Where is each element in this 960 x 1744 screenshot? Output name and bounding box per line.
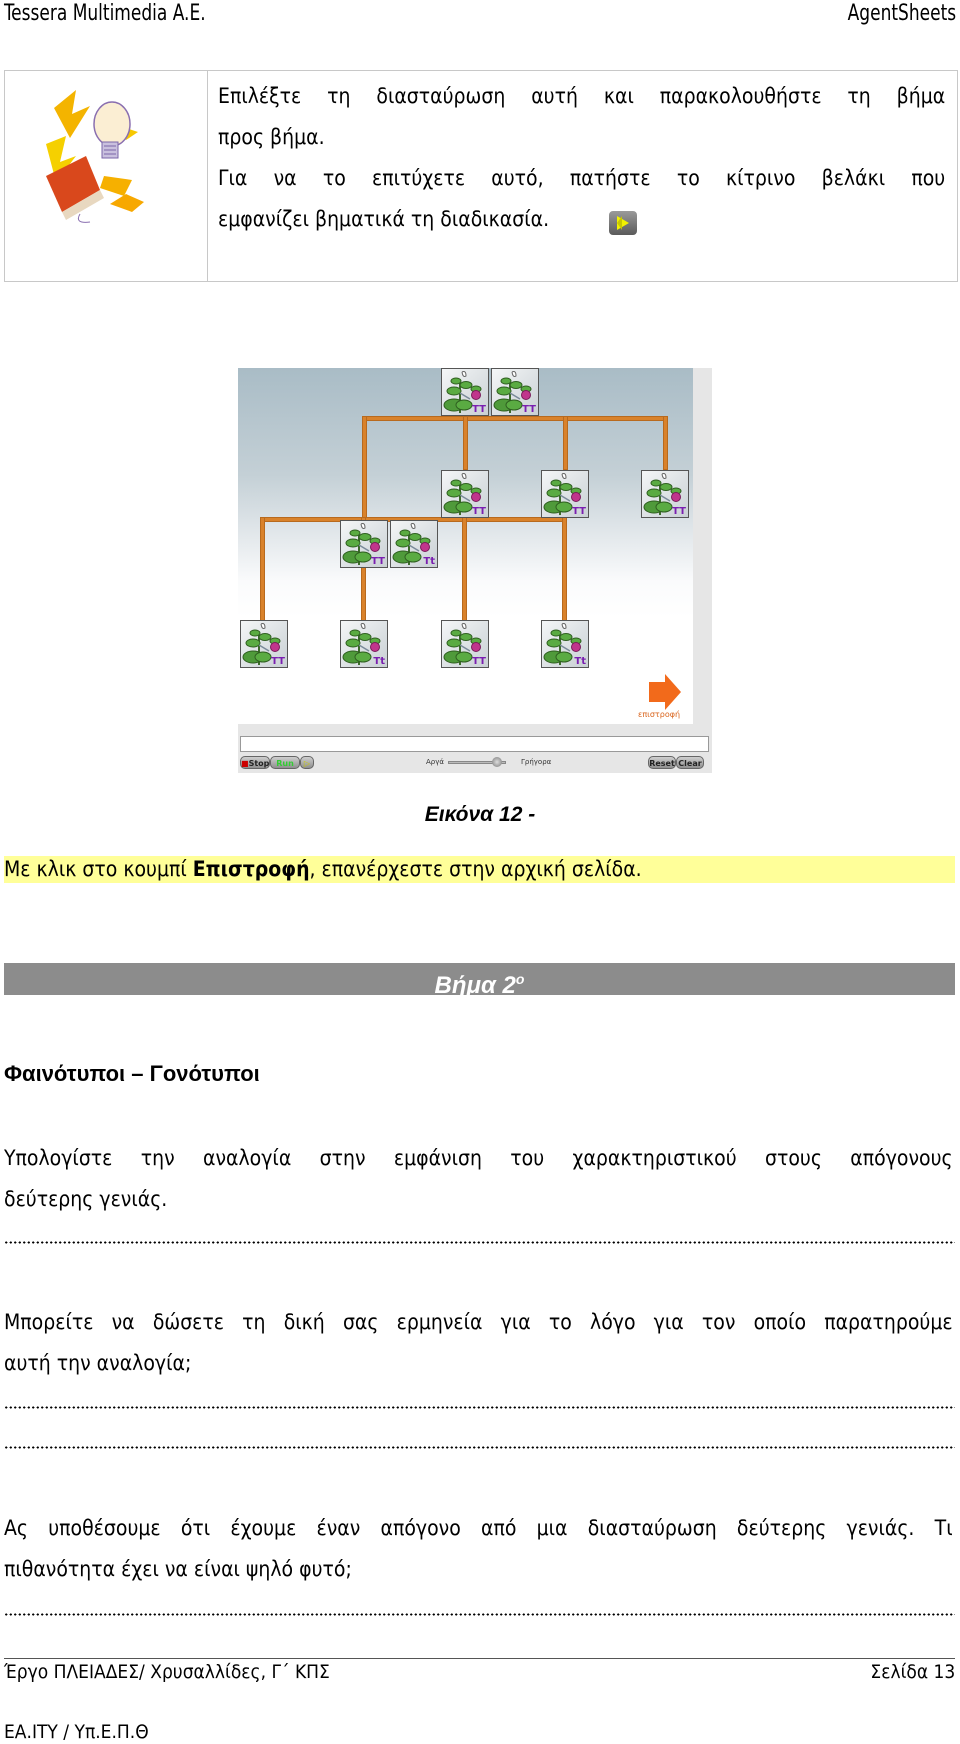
return-instruction: Με κλικ στο κουμπί Επιστροφή, επανέρχεστ… <box>4 857 642 881</box>
genotype-label: TT <box>522 404 536 415</box>
plant-tile[interactable]: TT <box>541 470 589 518</box>
question-1: Υπολογίστε την αναλογία στην εμφάνιση το… <box>4 1146 953 1211</box>
genotype-label: TT <box>472 656 486 667</box>
plant-tile[interactable]: TT <box>240 620 288 668</box>
step-banner: Βήμα 2ο <box>4 963 955 999</box>
pedigree-connector <box>260 517 265 621</box>
simulation-window: TT TT TT TT TT TT Tt TT Tt TT Tt επιστρο… <box>238 368 712 773</box>
tip-line: προς βήμα. <box>218 125 325 149</box>
clear-button[interactable]: Clear <box>676 756 704 769</box>
run-button[interactable]: Run <box>270 756 300 769</box>
genotype-label: TT <box>271 656 285 667</box>
figure-caption: Εικόνα 12 - <box>424 803 536 826</box>
step-button[interactable]: ▷ <box>300 756 314 769</box>
pedigree-connector <box>362 416 367 520</box>
return-arrow-icon <box>649 674 681 710</box>
genotype-label: TT <box>371 556 385 567</box>
plant-tile[interactable]: Tt <box>390 520 438 568</box>
plant-tile[interactable]: Tt <box>340 620 388 668</box>
answer-line[interactable] <box>4 1241 955 1244</box>
genotype-label: TT <box>472 404 486 415</box>
plant-tile[interactable]: TT <box>340 520 388 568</box>
pedigree-connector <box>463 416 468 470</box>
speed-fast-label: Γρήγορα <box>521 758 552 766</box>
tip-line: εμφανίζει βηματικά τη διαδικασία. <box>218 207 550 231</box>
plant-tile[interactable]: Tt <box>541 620 589 668</box>
simulation-canvas: TT TT TT TT TT TT Tt TT Tt TT Tt επιστρο… <box>238 368 693 724</box>
speed-slider-knob[interactable] <box>492 757 503 767</box>
yellow-step-arrow-button-icon <box>609 211 637 235</box>
pedigree-connector <box>563 416 568 470</box>
genotype-label: TT <box>572 506 586 517</box>
question-3: Ας υποθέσουμε ότι έχουμε έναν απόγονο απ… <box>4 1516 953 1581</box>
stop-icon: ■ <box>241 759 249 768</box>
return-button-label[interactable]: επιστροφή <box>638 710 680 719</box>
footer-organization: ΕΑ.ΙΤΥ / Υπ.Ε.Π.Θ <box>4 1721 149 1743</box>
plant-tile[interactable]: TT <box>441 470 489 518</box>
footer-project: Έργο ΠΛΕΙΑΔΕΣ/ Χρυσαλλίδες, Γ΄ ΚΠΣ <box>4 1661 330 1683</box>
genotype-label: Tt <box>574 656 586 667</box>
footer-rule <box>4 1658 955 1659</box>
plant-tile[interactable]: TT <box>441 368 489 416</box>
question-2: Μπορείτε να δώσετε τη δική σας ερμηνεία … <box>4 1310 953 1375</box>
genotype-label: TT <box>672 506 686 517</box>
pedigree-connector <box>462 517 467 621</box>
footer-page-number: Σελίδα 13 <box>870 1661 955 1683</box>
answer-line[interactable] <box>4 1406 955 1409</box>
plant-tile[interactable]: TT <box>491 368 539 416</box>
genotype-label: Tt <box>423 556 435 567</box>
header-publisher: Tessera Multimedia A.E. <box>4 1 206 26</box>
tip-line: Επιλέξτε τη διασταύρωση αυτή και παρακολ… <box>218 84 946 108</box>
return-keyword: Επιστροφή <box>192 857 310 881</box>
pedigree-connector <box>663 416 668 470</box>
tip-box-divider <box>207 70 208 282</box>
plant-tile[interactable]: TT <box>441 620 489 668</box>
plant-tile[interactable]: TT <box>641 470 689 518</box>
genotype-label: TT <box>472 506 486 517</box>
reset-button[interactable]: Reset <box>648 756 676 769</box>
message-field[interactable] <box>240 736 709 752</box>
genotype-label: Tt <box>373 656 385 667</box>
speed-slow-label: Αργά <box>426 758 444 766</box>
idea-book-lightbulb-icon <box>40 84 160 224</box>
stop-button[interactable]: ■Stop <box>240 756 270 769</box>
answer-line[interactable] <box>4 1613 955 1616</box>
section-heading: Φαινότυποι – Γονότυποι <box>4 1061 260 1086</box>
header-product: AgentSheets <box>847 1 956 26</box>
answer-line[interactable] <box>4 1446 955 1449</box>
pedigree-connector <box>362 416 664 421</box>
tip-line: Για να το επιτύχετε αυτό, πατήστε το κίτ… <box>218 166 946 190</box>
pedigree-connector <box>562 517 567 621</box>
